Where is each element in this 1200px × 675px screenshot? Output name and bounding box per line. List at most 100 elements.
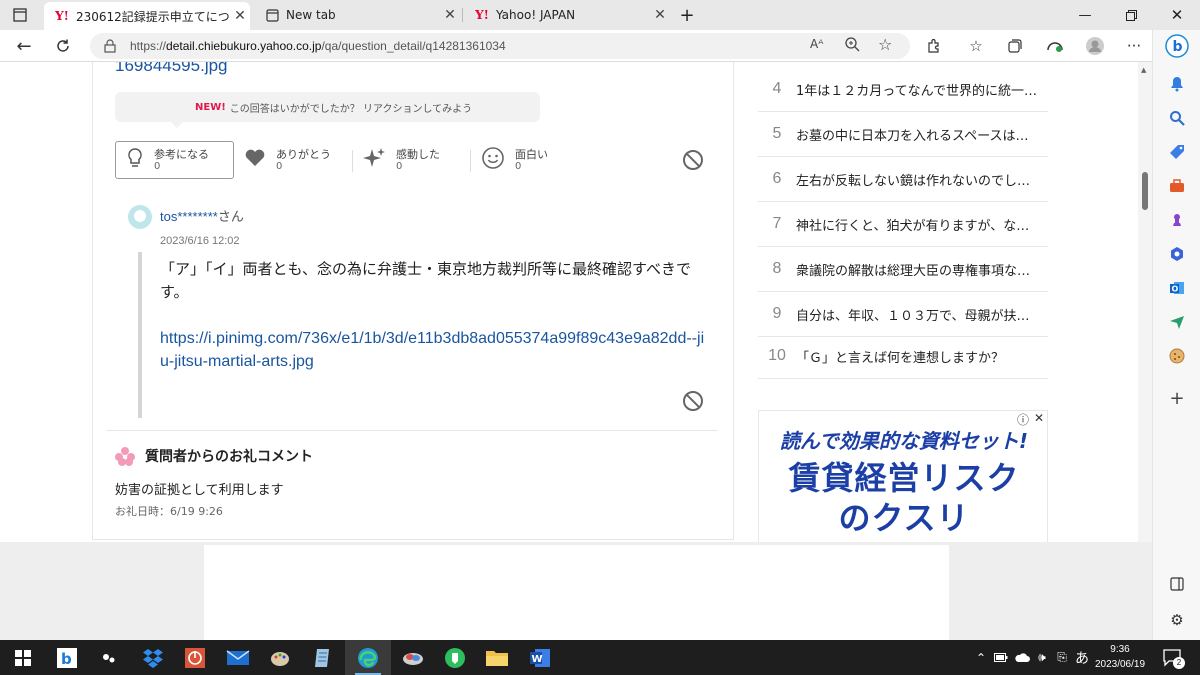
ranking-title[interactable]: 1年は１２カ月ってなんで世界的に統一されているんですか？ xyxy=(796,80,1040,99)
reaction-count: 0 xyxy=(154,161,161,172)
read-aloud-icon[interactable]: Aᴬ xyxy=(810,37,823,51)
svg-text:W: W xyxy=(532,654,543,665)
extensions-icon[interactable] xyxy=(922,34,946,58)
scroll-up-icon[interactable]: ▲ xyxy=(1141,66,1146,74)
ranking-title[interactable]: 自分は、年収、１０３万で、母親が扶養に入れています。 xyxy=(796,305,1040,324)
cookie-icon[interactable] xyxy=(1165,344,1189,368)
ime-hiragana-indicator[interactable]: あ xyxy=(1072,648,1092,668)
more-options-icon[interactable]: ··· xyxy=(1122,34,1146,58)
games-icon[interactable] xyxy=(1165,208,1189,232)
evernote-icon[interactable] xyxy=(432,640,478,675)
tab-question[interactable]: Y! 230612記録提示申立てについて質問 ✕ xyxy=(44,2,250,30)
tab-new-tab[interactable]: New tab ✕ xyxy=(254,0,460,30)
back-icon[interactable]: ← xyxy=(12,34,36,58)
restore-button[interactable] xyxy=(1108,0,1154,30)
collections-icon[interactable] xyxy=(1003,34,1027,58)
ime-mode-icon[interactable]: ⎘ xyxy=(1052,650,1072,665)
ranking-item[interactable]: 8 衆議院の解散は総理大臣の専権事項なのですか？ xyxy=(758,247,1048,292)
tab-actions-icon[interactable] xyxy=(0,0,40,30)
edge-icon[interactable] xyxy=(345,640,391,675)
microsoft365-icon[interactable] xyxy=(1165,242,1189,266)
profile-avatar[interactable] xyxy=(1083,34,1107,58)
block-icon[interactable] xyxy=(683,391,703,411)
notification-center-icon[interactable]: 2 xyxy=(1162,648,1185,669)
ranking-item[interactable]: 4 1年は１２カ月ってなんで世界的に統一されているんですか？ xyxy=(758,67,1048,112)
block-icon[interactable] xyxy=(683,150,703,170)
onedrive-cloud-icon[interactable] xyxy=(1012,652,1032,663)
bing-chat-icon[interactable]: b xyxy=(1165,34,1189,58)
performance-icon[interactable] xyxy=(1043,34,1067,58)
search-icon[interactable] xyxy=(1165,106,1189,130)
comment-link[interactable]: https://i.pinimg.com/736x/e1/1b/3d/e11b3… xyxy=(160,327,712,373)
answer-image-link[interactable]: 169844595.jpg xyxy=(115,62,228,76)
close-tab-icon[interactable]: ✕ xyxy=(650,7,670,23)
smile-icon xyxy=(481,146,505,174)
sparkle-icon xyxy=(362,146,386,174)
close-tab-icon[interactable]: ✕ xyxy=(230,8,250,24)
show-hidden-icons-icon[interactable]: ⌃ xyxy=(972,651,990,665)
tab-title: 230612記録提示申立てについて質問 xyxy=(76,9,230,24)
reaction-thanks-button[interactable]: ありがとう 0 xyxy=(244,141,331,179)
app-icon[interactable] xyxy=(86,640,132,675)
ranking-item[interactable]: 10 「Ｇ」と言えば何を連想しますか？ xyxy=(758,334,1048,379)
notepad-icon[interactable] xyxy=(300,640,346,675)
tab-title: New tab xyxy=(286,8,336,22)
ranking-item[interactable]: 5 お墓の中に日本刀を入れるスペースはありますか？ xyxy=(758,112,1048,157)
favorite-star-icon[interactable]: ☆ xyxy=(878,35,892,54)
thanks-text: 妨害の証拠として利用します xyxy=(115,483,284,498)
clock[interactable]: 9:36 2023/06/19 xyxy=(1092,642,1148,672)
close-window-button[interactable]: ✕ xyxy=(1154,0,1200,30)
commenter-name[interactable]: tos********さん xyxy=(160,206,244,225)
ranking-number: 8 xyxy=(772,260,782,277)
reaction-label: ありがとう xyxy=(276,148,331,161)
ad-close-icon[interactable]: ✕ xyxy=(1034,411,1044,425)
dropbox-icon[interactable] xyxy=(130,640,176,675)
file-explorer-icon[interactable] xyxy=(474,640,520,675)
reaction-label: 参考になる xyxy=(154,148,209,161)
outlook-icon[interactable]: O xyxy=(1165,276,1189,300)
ad-info-icon[interactable]: ⓘ xyxy=(1017,411,1029,428)
word-icon[interactable]: W xyxy=(517,640,563,675)
ranking-item[interactable]: 6 左右が反転しない鏡は作れないのでしょうか？ xyxy=(758,157,1048,202)
ranking-item[interactable]: 9 自分は、年収、１０３万で、母親が扶養に入れています。 xyxy=(758,292,1048,337)
shopping-tag-icon[interactable] xyxy=(1165,140,1189,164)
lock-icon[interactable] xyxy=(104,38,116,57)
tab-yahoo-japan[interactable]: Y! Yahoo! JAPAN ✕ xyxy=(464,0,670,30)
settings-gear-icon[interactable]: ⚙ xyxy=(1165,608,1189,632)
refresh-icon[interactable] xyxy=(51,34,75,58)
ranking-title[interactable]: お墓の中に日本刀を入れるスペースはありますか？ xyxy=(796,125,1040,144)
cloud-app-icon[interactable] xyxy=(390,640,436,675)
favorites-icon[interactable]: ☆ xyxy=(964,34,988,58)
ranking-title[interactable]: 神社に行くと、狛犬が有りますが、なぜですか？ xyxy=(796,215,1040,234)
power-app-icon[interactable] xyxy=(172,640,218,675)
send-icon[interactable] xyxy=(1165,310,1189,334)
reaction-funny-button[interactable]: 面白い 0 xyxy=(481,141,548,179)
add-icon[interactable]: + xyxy=(1165,386,1189,410)
advertisement[interactable]: 読んで効果的な資料セット! 賃貸経営リスク のクスリ xyxy=(758,410,1048,542)
mail-icon[interactable] xyxy=(215,640,261,675)
scrollbar-thumb[interactable] xyxy=(1142,172,1148,210)
ranking-item[interactable]: 7 神社に行くと、狛犬が有りますが、なぜですか？ xyxy=(758,202,1048,247)
paint-icon[interactable] xyxy=(257,640,303,675)
reaction-moved-button[interactable]: 感動した 0 xyxy=(362,141,440,179)
battery-icon[interactable] xyxy=(990,653,1012,662)
zoom-icon[interactable] xyxy=(844,36,860,56)
tools-briefcase-icon[interactable] xyxy=(1165,174,1189,198)
sidebar-toggle-icon[interactable] xyxy=(1165,572,1189,596)
page-scrollbar[interactable]: ▲ xyxy=(1138,62,1152,542)
close-tab-icon[interactable]: ✕ xyxy=(440,7,460,23)
address-bar[interactable]: https://detail.chiebukuro.yahoo.co.jp/qa… xyxy=(90,33,910,59)
reaction-helpful-button[interactable]: 参考になる 0 xyxy=(115,141,234,179)
ranking-title[interactable]: 衆議院の解散は総理大臣の専権事項なのですか？ xyxy=(796,260,1040,279)
volume-icon[interactable]: 🕪 xyxy=(1032,650,1052,665)
bing-icon[interactable]: b xyxy=(44,640,90,675)
start-icon[interactable] xyxy=(0,640,46,675)
ranking-title[interactable]: 左右が反転しない鏡は作れないのでしょうか？ xyxy=(796,170,1040,189)
ranking-title[interactable]: 「Ｇ」と言えば何を連想しますか？ xyxy=(796,347,1040,366)
thanks-date: お礼日時：6/19 9:26 xyxy=(115,505,223,518)
notification-bell-icon[interactable] xyxy=(1165,72,1189,96)
new-tab-button[interactable]: + xyxy=(672,0,702,30)
minimize-button[interactable]: — xyxy=(1062,0,1108,30)
comment-quote-bar xyxy=(138,252,142,418)
reaction-prompt-text: この回答はいかがでしたか？ リアクションしてみよう xyxy=(229,103,473,115)
